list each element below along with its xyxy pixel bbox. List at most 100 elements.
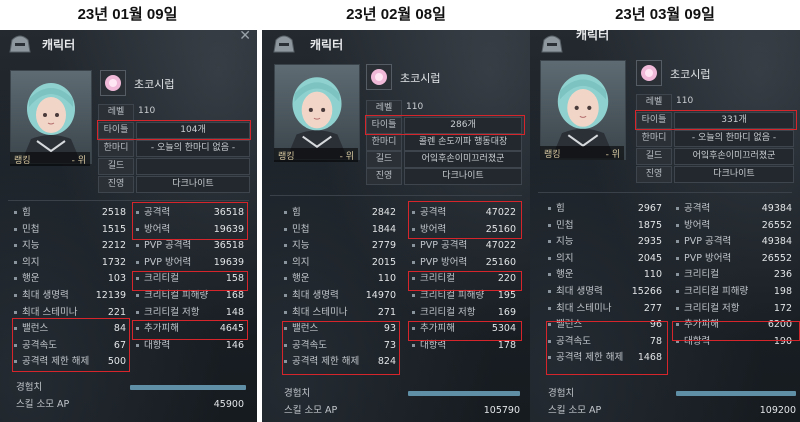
stat-value: 271 <box>377 306 396 318</box>
stat-value: 26552 <box>761 219 792 231</box>
guild-value[interactable]: 어잌후손이미끄러졌군 <box>404 151 522 168</box>
guild-label: 길드 <box>98 158 134 175</box>
class-emblem-icon <box>100 70 126 96</box>
stat-row: PVP 공격력 49384 <box>676 234 792 250</box>
stat-value: 2045 <box>637 252 662 264</box>
stat-row: 크리티컬 피해량 198 <box>676 284 792 300</box>
stat-row: PVP 방어력 26552 <box>676 251 792 267</box>
stat-value: 146 <box>225 339 244 351</box>
guild-value[interactable] <box>136 158 250 175</box>
stat-value: 2015 <box>371 256 396 268</box>
character-name: 초코시럽 <box>400 72 441 85</box>
stat-label: 지능 <box>284 238 309 254</box>
info-level: 레벨 110 <box>366 100 522 117</box>
exp-bar: ·· <box>408 386 520 396</box>
stat-label: PVP 공격력 <box>412 238 467 254</box>
panel-title: 캐릭터 <box>310 38 344 52</box>
class-emblem-icon <box>366 64 392 90</box>
faction-label: 진영 <box>366 168 402 185</box>
stat-row: 대항력 146 <box>136 338 244 354</box>
stat-value: 1732 <box>101 256 126 268</box>
date-label-3: 23년 03월 09일 <box>615 6 715 23</box>
guild-label: 길드 <box>366 151 402 168</box>
stat-value: 2779 <box>371 240 396 252</box>
motto-label: 한마디 <box>636 130 672 147</box>
stat-value: 172 <box>773 302 792 314</box>
helmet-icon <box>541 35 563 53</box>
rank-bar: 랭킹 - 위 <box>10 152 90 166</box>
character-name: 초코시럽 <box>134 78 175 91</box>
highlight-titles <box>97 120 251 140</box>
highlight-balance-group <box>282 321 400 375</box>
stat-value: 198 <box>773 286 792 297</box>
stat-label: 민첩 <box>14 222 39 238</box>
highlight-critical <box>408 271 522 291</box>
rank-label: 랭킹 <box>544 150 561 160</box>
faction-value: 다크나이트 <box>136 176 250 193</box>
stat-value: 12139 <box>95 290 126 301</box>
info-motto: 한마디 콜렌 손도끼파 행동대장 <box>366 134 522 151</box>
stat-label: 힘 <box>548 201 565 217</box>
rank-label: 랭킹 <box>278 152 295 162</box>
stat-label: PVP 방어력 <box>676 251 731 267</box>
level-value: 110 <box>676 96 694 106</box>
stat-value: 14970 <box>365 290 396 301</box>
skill-ap-row: 스킬 소모 AP 45900 <box>16 397 244 413</box>
class-emblem-icon <box>636 60 662 86</box>
panel-header: 캐릭터 ✕ <box>0 30 257 60</box>
stat-value: 49384 <box>761 236 792 248</box>
motto-label: 한마디 <box>98 140 134 157</box>
skill-ap-row: 스킬 소모 AP 105790 <box>284 403 520 419</box>
stat-value: 2842 <box>371 207 396 218</box>
stat-value: 26552 <box>761 252 792 264</box>
stat-label: 행운 <box>14 271 39 287</box>
rank-label: 랭킹 <box>14 156 31 166</box>
faction-label: 진영 <box>636 166 672 183</box>
level-value: 110 <box>406 102 424 112</box>
stat-value: 47022 <box>485 240 516 252</box>
guild-value[interactable]: 어잌후손이미끄러졌군 <box>674 148 794 165</box>
highlight-titles <box>365 115 525 135</box>
stat-row: 힘 2842 <box>284 205 396 221</box>
info-guild: 길드 어잌후손이미끄러졌군 <box>636 148 794 165</box>
stat-value: 169 <box>497 306 516 318</box>
exp-label: 경험치 <box>548 388 575 399</box>
info-faction: 진영 다크나이트 <box>98 176 250 193</box>
stat-row: 의지 2045 <box>548 251 662 267</box>
stat-row: 크리티컬 236 <box>676 267 792 283</box>
stat-label: 크리티컬 저항 <box>136 305 199 321</box>
helmet-icon <box>9 35 31 53</box>
info-motto: 한마디 - 오늘의 한마디 없음 - <box>98 140 250 157</box>
exp-bar: ·· <box>130 380 246 390</box>
stat-label: 힘 <box>14 205 31 221</box>
exp-label: 경험치 <box>16 382 43 393</box>
info-guild: 길드 <box>98 158 250 175</box>
stat-row: 방어력 26552 <box>676 218 792 234</box>
close-icon[interactable]: ✕ <box>239 30 251 44</box>
info-level: 레벨 110 <box>98 104 248 121</box>
stat-value: 2967 <box>637 203 662 214</box>
highlight-balance-group <box>12 318 130 372</box>
stat-value: 36518 <box>213 240 244 252</box>
stat-label: 의지 <box>14 255 39 271</box>
highlight-attack-defense <box>132 202 248 240</box>
stat-row: 최대 생명력 15266 <box>548 284 662 300</box>
stat-value: 1515 <box>101 223 126 235</box>
stat-value: 1875 <box>637 219 662 231</box>
skill-ap-value: 45900 <box>213 399 244 410</box>
stat-label: PVP 방어력 <box>412 255 467 271</box>
stat-label: 공격력 <box>676 201 710 217</box>
stat-row: 최대 스테미나 271 <box>284 305 396 321</box>
stat-label: PVP 방어력 <box>136 255 191 271</box>
divider <box>8 200 249 201</box>
stat-row: 지능 2779 <box>284 238 396 254</box>
character-panel-1: 캐릭터 ✕ 랭킹 - 위 초코시럽 레벨 110 타이틀 104개 한마디 - … <box>0 30 257 422</box>
skill-ap-row: 스킬 소모 AP 109200 <box>548 403 796 419</box>
rank-bar: 랭킹 - 위 <box>540 146 624 160</box>
character-portrait <box>274 64 360 160</box>
stat-label: 지능 <box>14 238 39 254</box>
stat-row: 행운 110 <box>548 267 662 283</box>
stat-row: PVP 방어력 19639 <box>136 255 244 271</box>
character-portrait <box>10 70 92 164</box>
stat-label: 행운 <box>284 271 309 287</box>
